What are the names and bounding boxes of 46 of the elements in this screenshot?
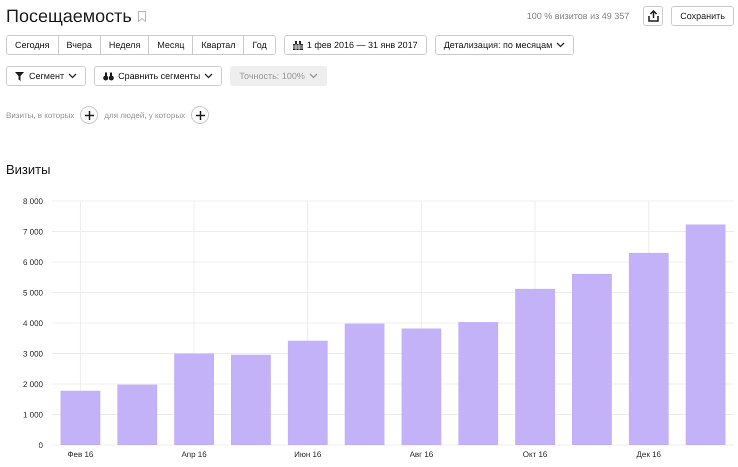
plus-icon <box>84 110 94 120</box>
x-tick-label: Дек 16 <box>636 450 661 459</box>
y-tick-label: 2 000 <box>22 380 43 389</box>
upload-icon <box>648 10 659 22</box>
caret-icon <box>308 73 318 79</box>
period-tab[interactable]: Неделя <box>100 35 150 55</box>
plus-icon <box>196 110 205 120</box>
y-tick-label: 0 <box>38 441 43 450</box>
binoculars-icon <box>103 72 114 80</box>
export-button[interactable] <box>643 6 664 26</box>
period-tab[interactable]: Квартал <box>192 35 244 55</box>
date-range-button[interactable]: 1 фев 2016 — 31 янв 2017 <box>284 35 427 55</box>
y-tick-label: 6 000 <box>22 258 43 267</box>
sample-info: 100 % визитов из 49 357 <box>526 11 630 21</box>
add-condition-button[interactable] <box>80 106 98 124</box>
compare-segments-dropdown[interactable]: Сравнить сегменты <box>94 66 222 86</box>
caret-icon <box>556 42 566 48</box>
x-tick-label: Авг 16 <box>410 450 434 459</box>
filter-label: Визиты, в которых <box>6 110 74 120</box>
filter-icon <box>15 72 25 80</box>
x-tick-label: Фев 16 <box>67 450 94 459</box>
caret-icon <box>68 73 78 79</box>
detail-dropdown[interactable]: Детализация: по месяцам <box>434 35 574 55</box>
y-tick-label: 3 000 <box>22 350 43 358</box>
calendar-icon <box>292 40 303 50</box>
caret-icon <box>204 73 214 79</box>
y-tick-label: 7 000 <box>22 228 43 236</box>
y-tick-label: 8 000 <box>22 197 43 206</box>
x-tick-label: Июн 16 <box>294 450 322 459</box>
bar <box>117 384 158 445</box>
filter-label: для людей, у которых <box>104 110 186 120</box>
segment-dropdown[interactable]: Сегмент <box>6 66 86 86</box>
add-condition-button[interactable] <box>191 106 210 124</box>
period-tab[interactable]: Год <box>243 35 276 55</box>
x-tick-label: Апр 16 <box>181 450 207 459</box>
period-tab[interactable]: Месяц <box>148 35 194 55</box>
period-tab[interactable]: Вчера <box>58 35 101 55</box>
y-tick-label: 1 000 <box>22 410 43 420</box>
page-title: Посещаемость <box>6 6 132 26</box>
bar <box>60 390 100 445</box>
x-tick-label: Окт 16 <box>522 450 548 459</box>
y-tick-label: 5 000 <box>22 288 43 298</box>
y-tick-label: 4 000 <box>22 319 43 328</box>
chart-title: Визиты <box>6 162 52 177</box>
period-tab[interactable]: Сегодня <box>6 35 58 55</box>
save-button[interactable]: Сохранить <box>671 6 734 26</box>
